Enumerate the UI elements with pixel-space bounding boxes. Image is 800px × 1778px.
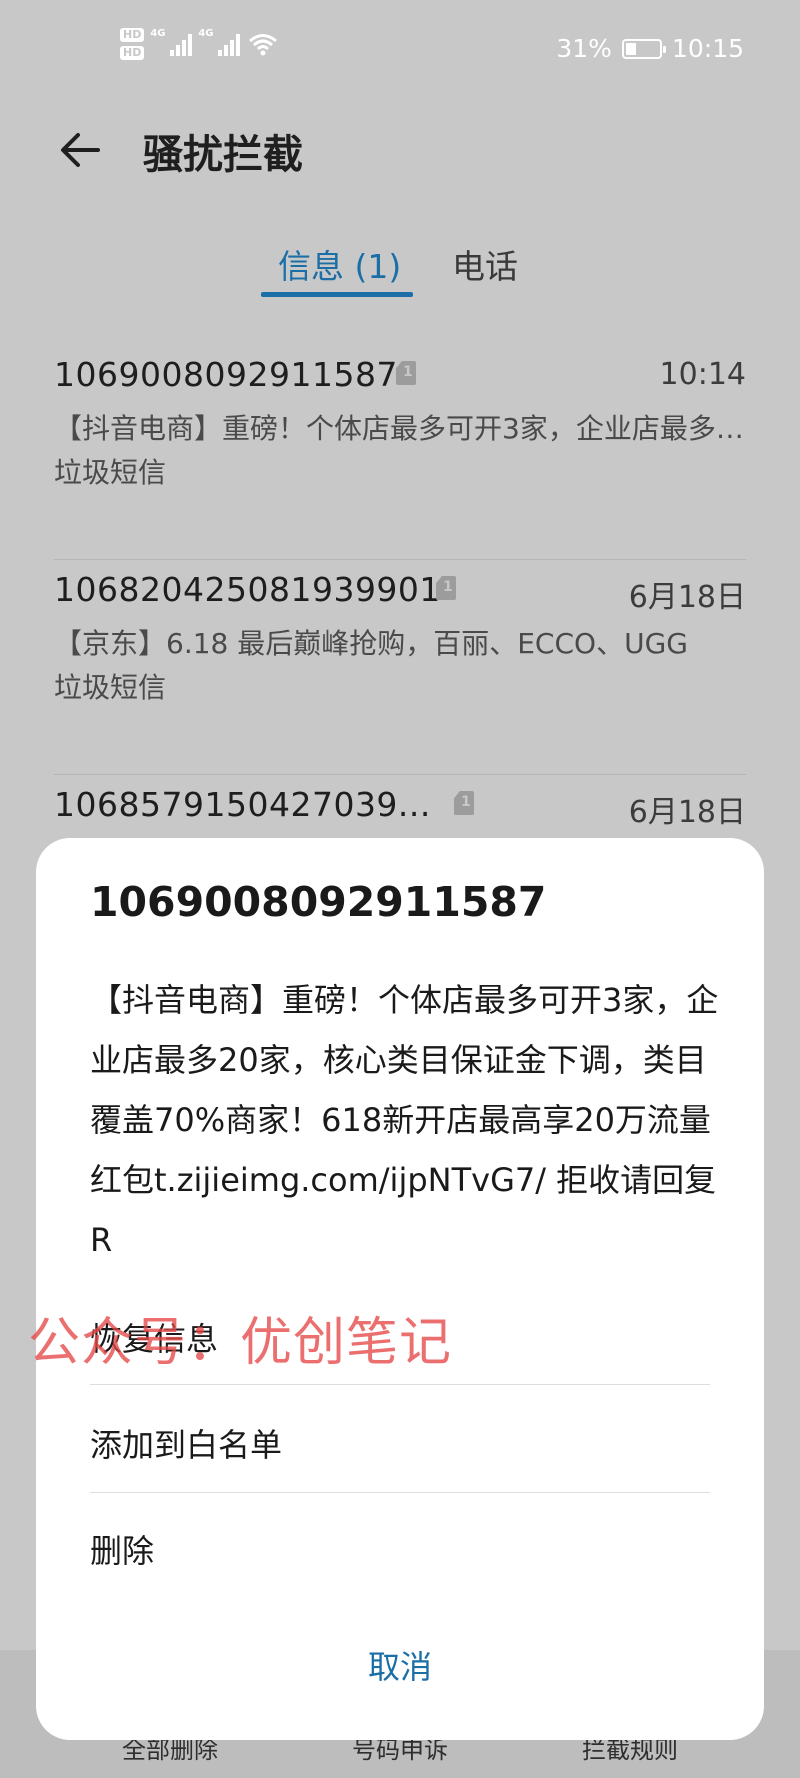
tab-messages[interactable]: 信息 (1) <box>278 240 401 288</box>
signal-icon: 4G <box>150 28 193 56</box>
message-time: 6月18日 <box>628 580 746 615</box>
signal-icon: 4G <box>198 28 241 56</box>
dialog-message-body: 【抖音电商】重磅！个体店最多可开3家，企业店最多20家，核心类目保证金下调，类目… <box>90 981 719 1259</box>
back-arrow-icon[interactable] <box>58 128 102 172</box>
dialog-title: 1069008092911587 <box>90 878 547 926</box>
message-time: 6月18日 <box>628 795 746 830</box>
header: 骚扰拦截 <box>0 100 800 200</box>
status-bar-right: 31% 10:15 <box>556 34 744 63</box>
restore-message-option[interactable]: 恢复信息 <box>90 1286 710 1392</box>
hd-icon: HD <box>120 46 145 60</box>
battery-icon <box>621 38 666 59</box>
divider <box>90 1384 710 1385</box>
divider <box>90 1492 710 1493</box>
message-preview: 【抖音电商】重磅！个体店最多可开3家，企业店最多20家，核心类目保证金下调 <box>54 412 746 445</box>
message-tag: 垃圾短信 <box>54 671 167 704</box>
clock: 10:15 <box>671 34 744 63</box>
page-title: 骚扰拦截 <box>143 132 303 178</box>
message-time: 10:14 <box>659 357 746 392</box>
message-tag: 垃圾短信 <box>54 456 167 489</box>
hd-indicators: HD HD <box>120 28 145 60</box>
wifi-icon <box>249 34 278 56</box>
delete-option[interactable]: 删除 <box>90 1498 710 1604</box>
sim-card-icon: 1 <box>396 361 416 385</box>
status-bar-left: HD HD 4G 4G <box>120 28 278 60</box>
message-sender: 106820425081939901 <box>54 570 441 609</box>
tab-bar: 信息 (1) 电话 <box>0 230 800 300</box>
screen: HD HD 4G 4G 31% 10:15 骚扰拦截 信息 (1) 电话 106… <box>0 0 800 1778</box>
list-item[interactable]: 106820425081939901 1 6月18日 【京东】6.18 最后巅峰… <box>54 560 746 775</box>
sim1-network-label: 4G <box>150 28 166 39</box>
status-bar: HD HD 4G 4G 31% 10:15 <box>0 0 800 100</box>
list-item[interactable]: 1069008092911587 1 10:14 【抖音电商】重磅！个体店最多可… <box>54 345 746 560</box>
message-sender: 1069008092911587 <box>54 355 398 394</box>
cancel-button[interactable]: 取消 <box>36 1642 764 1688</box>
battery-percent: 31% <box>556 34 612 63</box>
tab-calls[interactable]: 电话 <box>452 240 518 288</box>
hd-icon: HD <box>120 28 145 42</box>
sim2-network-label: 4G <box>198 28 214 39</box>
message-preview: 【京东】6.18 最后巅峰抢购，百丽、ECCO、UGG <box>54 627 688 660</box>
active-tab-indicator <box>261 292 413 297</box>
message-action-sheet: 1069008092911587 【抖音电商】重磅！个体店最多可开3家，企业店最… <box>36 838 764 1740</box>
message-sender: 1068579150427039... <box>54 785 431 824</box>
battery-fill <box>625 42 636 55</box>
add-to-whitelist-option[interactable]: 添加到白名单 <box>90 1392 710 1498</box>
sim-card-icon: 1 <box>454 791 474 815</box>
